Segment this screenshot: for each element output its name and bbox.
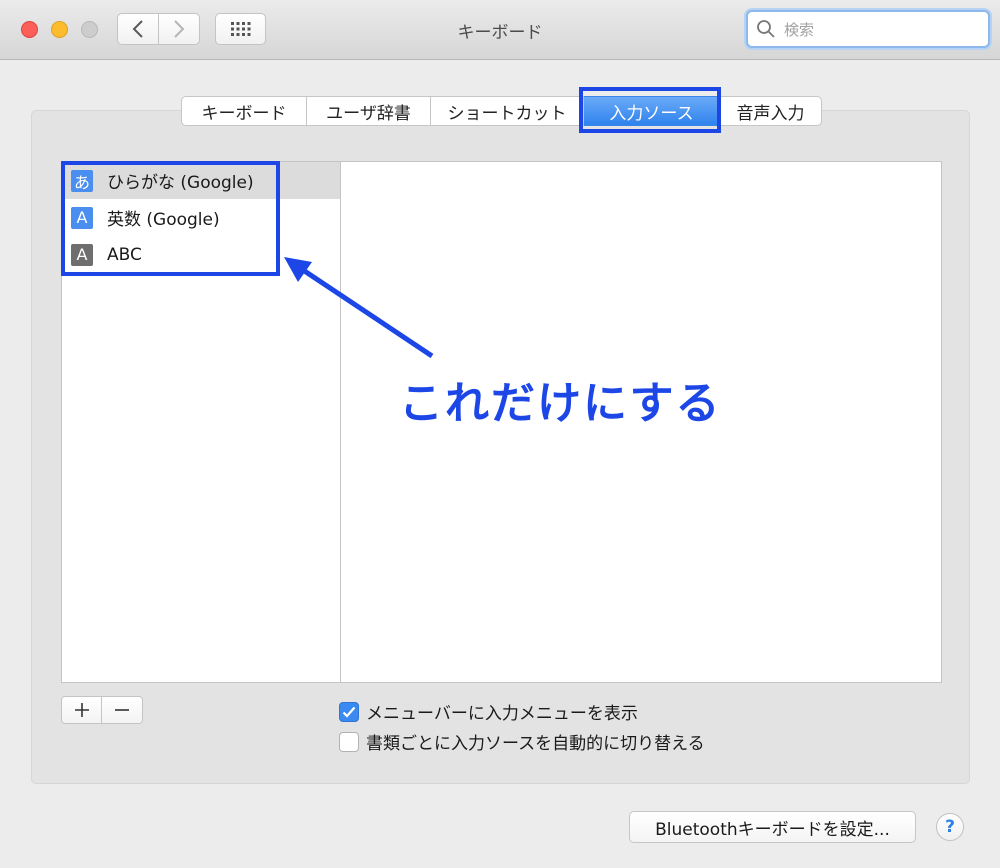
setup-bluetooth-keyboard-button[interactable]: Bluetoothキーボードを設定...	[629, 811, 916, 843]
auto-switch-label: 書類ごとに入力ソースを自動的に切り替える	[366, 734, 705, 754]
show-input-menu-label: メニューバーに入力メニューを表示	[366, 704, 638, 724]
search-field[interactable]	[746, 10, 990, 48]
tab-bar: キーボード ユーザ辞書 ショートカット 入力ソース 音声入力	[181, 96, 822, 126]
show-input-menu-option[interactable]: メニューバーに入力メニューを表示	[339, 699, 638, 724]
minus-icon	[115, 709, 129, 711]
annotation-text: これだけにする	[399, 378, 722, 429]
tab-shortcuts[interactable]: ショートカット	[431, 96, 584, 126]
search-input[interactable]	[782, 18, 976, 42]
add-remove-buttons	[61, 696, 143, 724]
plus-icon	[74, 703, 89, 717]
add-input-source-button[interactable]	[61, 696, 102, 724]
title-bar: キーボード	[0, 0, 1000, 60]
tab-dictation[interactable]: 音声入力	[720, 96, 822, 126]
tab-annotation-highlight	[579, 87, 721, 133]
list-annotation-highlight	[61, 161, 280, 276]
auto-switch-option[interactable]: 書類ごとに入力ソースを自動的に切り替える	[339, 729, 705, 754]
auto-switch-checkbox[interactable]	[339, 731, 359, 752]
checkmark-icon	[342, 706, 356, 718]
tab-keyboard[interactable]: キーボード	[181, 96, 307, 126]
help-button[interactable]: ?	[936, 813, 964, 841]
show-input-menu-checkbox[interactable]	[339, 701, 359, 722]
search-icon	[757, 20, 775, 38]
remove-input-source-button[interactable]	[102, 696, 143, 724]
tab-user-dictionary[interactable]: ユーザ辞書	[307, 96, 431, 126]
